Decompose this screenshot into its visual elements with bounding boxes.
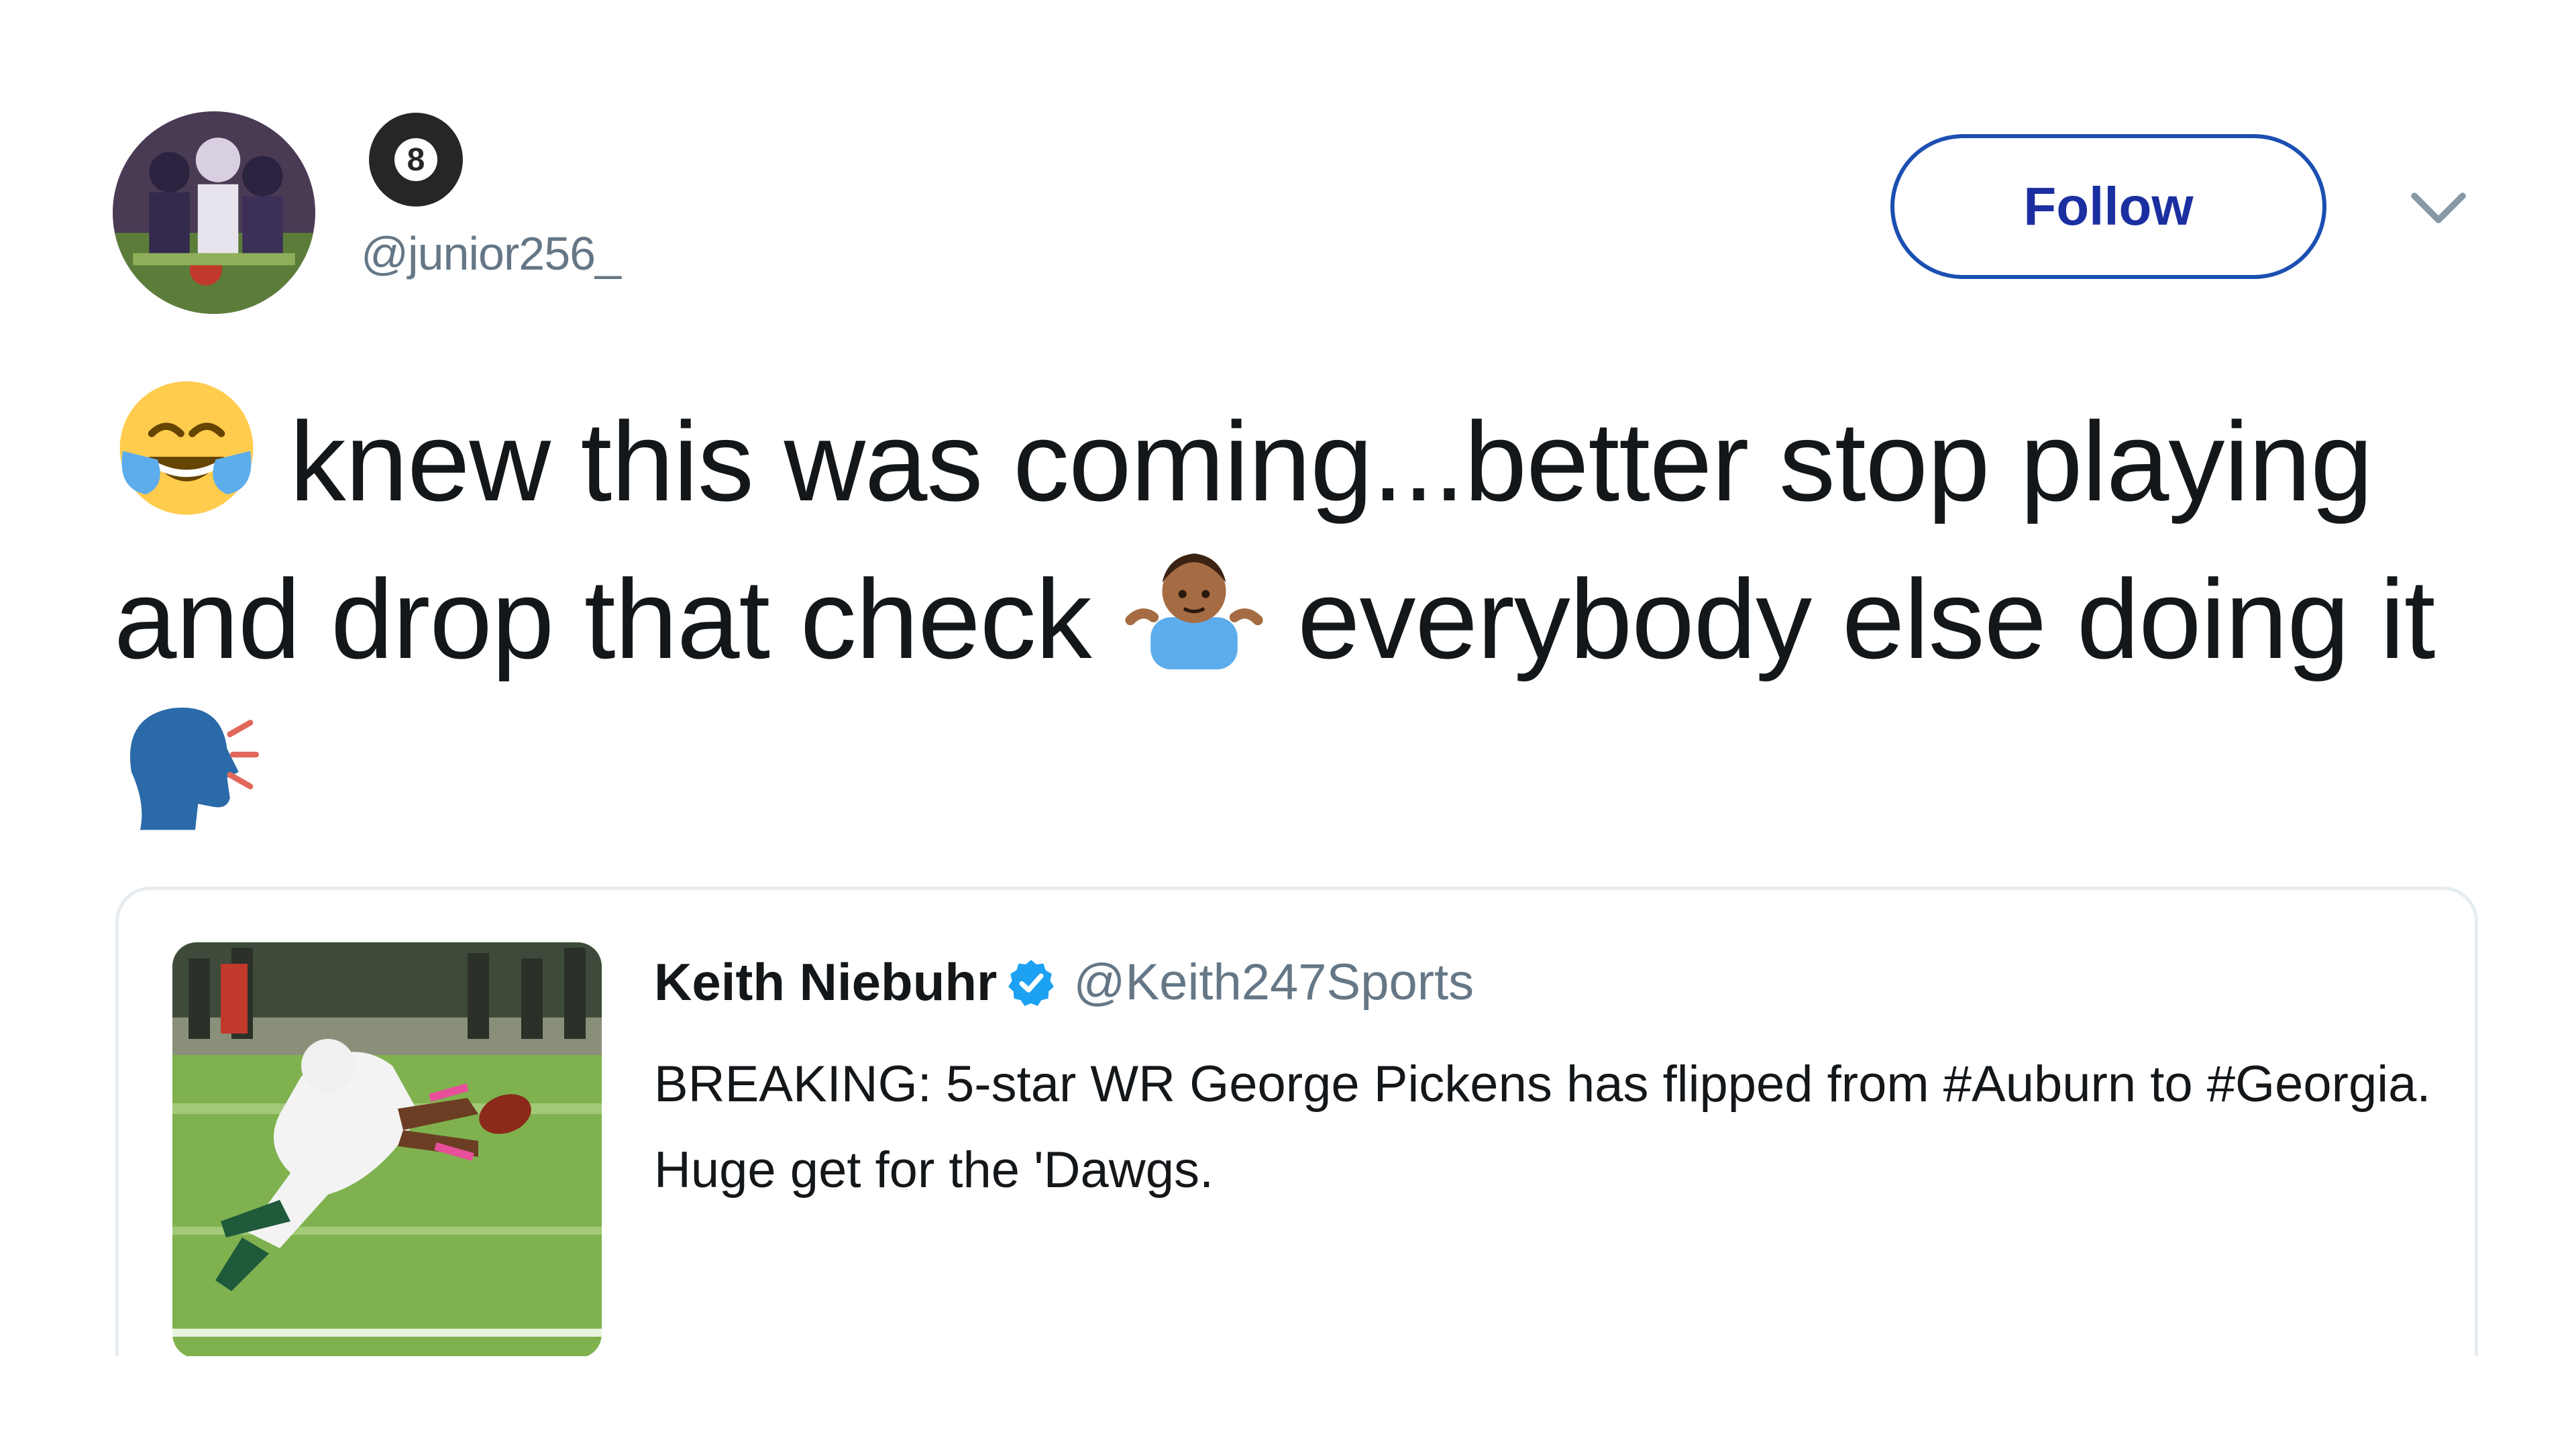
man-shrugging-emoji [1122,533,1267,678]
face-with-tears-of-joy-emoji [114,376,259,520]
author-handle[interactable]: @junior256_ [361,227,621,280]
tweet-text: knew this was coming...better stop playi… [114,376,2462,848]
quoted-tweet-header: Keith Niebuhr @Keith247Sports [654,952,1474,1013]
quoted-tweet-image[interactable] [172,942,602,1358]
author-avatar[interactable] [113,111,315,314]
tweet-page: 8 @junior256_ Follow knew this was comin… [0,0,2576,1440]
avatar-image [113,111,315,314]
follow-button[interactable]: Follow [1890,134,2326,279]
quoted-author-name[interactable]: Keith Niebuhr [654,952,997,1013]
speaking-head-emoji [114,691,259,836]
eight-ball-number: 8 [394,138,437,181]
quoted-tweet-text: BREAKING: 5-star WR George Pickens has f… [654,1056,2431,1199]
eight-ball-icon: 8 [369,113,463,207]
bottom-cutoff [0,1356,2576,1440]
tweet-text-part2: everybody else doing it [1297,556,2435,682]
chevron-down-icon[interactable] [2408,188,2469,228]
football-photo [172,942,602,1358]
quoted-author-handle[interactable]: @Keith247Sports [1073,953,1474,1011]
verified-badge-icon [1008,959,1055,1006]
